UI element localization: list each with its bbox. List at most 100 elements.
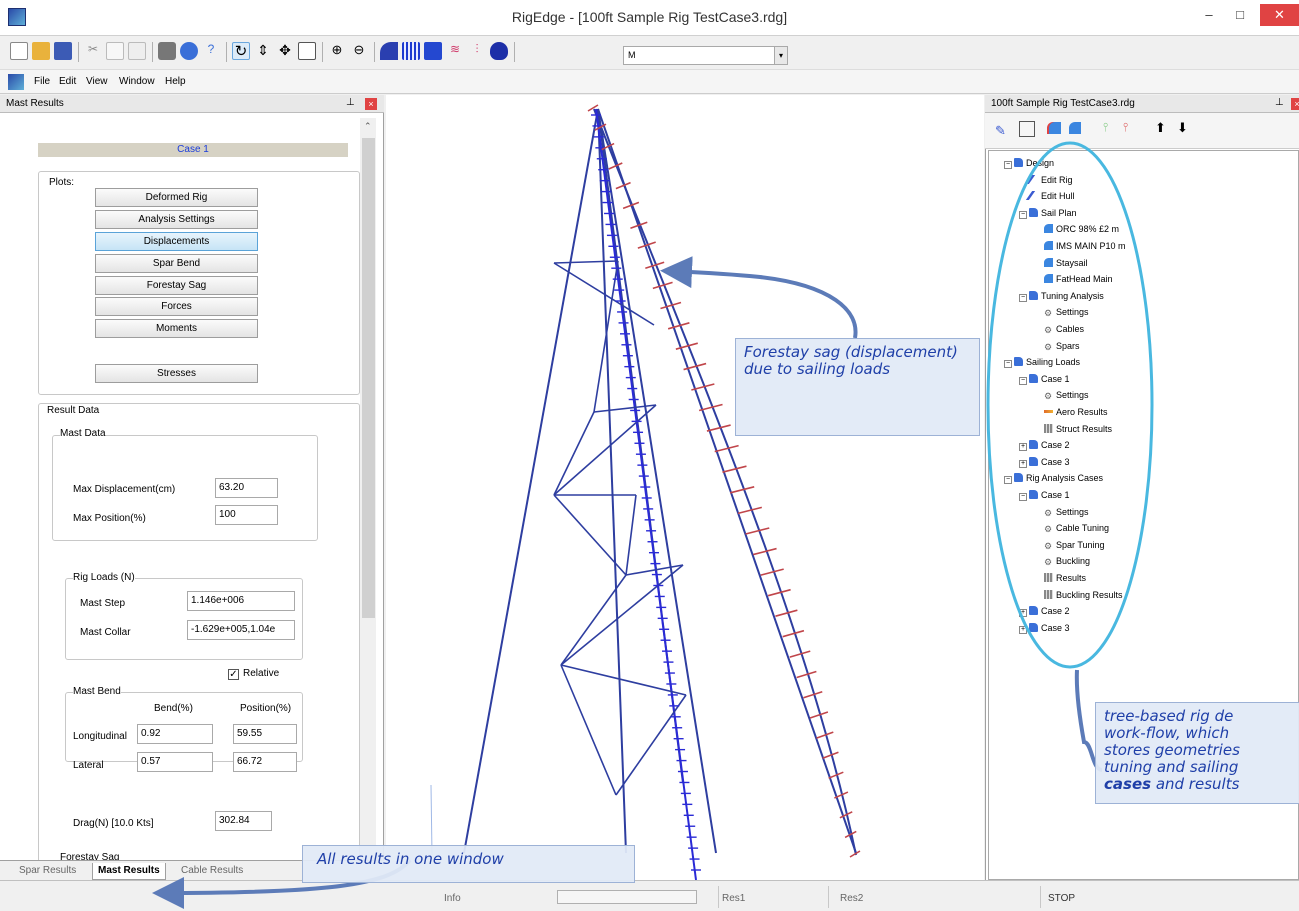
tree-item[interactable]: Edit Hull (1025, 191, 1075, 201)
tree-item[interactable]: − Tuning Analysis (1019, 290, 1104, 302)
move-down-icon[interactable]: ⬇ (1177, 120, 1188, 136)
longitudinal-position-field[interactable]: 59.55 (233, 724, 297, 744)
relative-checkbox[interactable]: ✓ (228, 669, 239, 680)
scrollbar-thumb[interactable] (362, 138, 375, 618)
menu-help[interactable]: Help (165, 76, 186, 87)
collapse-icon[interactable]: − (1019, 210, 1027, 219)
tree-item[interactable]: ⚙ Buckling (1044, 556, 1090, 567)
tree-item[interactable]: Aero Results (1044, 407, 1108, 417)
pan-icon[interactable]: ✥ (276, 42, 294, 60)
menu-window[interactable]: Window (119, 76, 155, 87)
drag-field[interactable]: 302.84 (215, 811, 272, 831)
mast-step-field[interactable]: 1.146e+006 (187, 591, 295, 611)
paste-icon[interactable] (128, 42, 146, 60)
sail-view-icon[interactable] (380, 42, 398, 60)
zoom-out-icon[interactable]: ⊖ (350, 42, 368, 60)
zoom-vertical-icon[interactable]: ⇕ (254, 42, 272, 60)
tree-item[interactable]: − Sail Plan (1019, 207, 1077, 219)
collapse-icon[interactable]: − (1019, 376, 1027, 385)
scroll-up-icon[interactable]: ⌃ (364, 121, 372, 132)
view-mode-combo[interactable]: M (623, 46, 788, 65)
close-button[interactable]: ✕ (1260, 4, 1299, 26)
deformed-rig-button[interactable]: Deformed Rig (95, 188, 258, 207)
hull-icon[interactable] (424, 42, 442, 60)
cut-icon[interactable]: ✂ (84, 42, 102, 60)
pin-icon[interactable]: ⊥ (1275, 97, 1284, 108)
open-folder-icon[interactable] (32, 42, 50, 60)
tree-item[interactable]: ⚙ Cable Tuning (1044, 523, 1109, 534)
collapse-icon[interactable]: − (1004, 476, 1012, 485)
add-case-icon[interactable]: ⫯ (1103, 120, 1108, 135)
rotate-icon[interactable]: ↻ (232, 42, 250, 60)
move-up-icon[interactable]: ⬆ (1155, 120, 1166, 136)
lateral-position-field[interactable]: 66.72 (233, 752, 297, 772)
close-panel-icon[interactable]: × (365, 98, 377, 110)
tree-item[interactable]: Results (1044, 573, 1086, 583)
tree-item[interactable]: Staysail (1044, 257, 1088, 268)
remove-case-icon[interactable]: ⫯ (1123, 120, 1128, 135)
lateral-bend-field[interactable]: 0.57 (137, 752, 213, 772)
pin-icon[interactable]: ⊥ (346, 97, 355, 108)
tree-item[interactable]: Buckling Results (1044, 589, 1123, 600)
tree-item[interactable]: − Case 1 (1019, 490, 1070, 501)
print-icon[interactable] (158, 42, 176, 60)
forestay-sag-button[interactable]: Forestay Sag (95, 276, 258, 295)
tree-item[interactable]: Struct Results (1044, 423, 1112, 434)
stresses-button[interactable]: Stresses (95, 364, 258, 383)
minimize-button[interactable]: – (1195, 4, 1223, 26)
tree-item[interactable]: ⚙ Spars (1044, 341, 1080, 352)
spreaders-icon[interactable]: ⫶ (468, 42, 486, 60)
sail-icon[interactable] (1069, 122, 1081, 134)
edit-icon[interactable]: ✎ (995, 123, 1006, 139)
max-position-field[interactable]: 100 (215, 505, 278, 525)
tree-item[interactable]: + Case 2 (1019, 440, 1070, 452)
new-file-icon[interactable] (10, 42, 28, 60)
tree-item[interactable]: − Case 1 (1019, 373, 1070, 385)
spar-bend-button[interactable]: Spar Bend (95, 254, 258, 273)
tree-item[interactable]: ⚙ Settings (1044, 307, 1089, 318)
menu-view[interactable]: View (86, 76, 108, 87)
tree-item[interactable]: − Rig Analysis Cases (1004, 473, 1103, 485)
maximize-button[interactable]: □ (1226, 4, 1254, 26)
save-icon[interactable] (54, 42, 72, 60)
mast-collar-field[interactable]: -1.629e+005,1.04e (187, 620, 295, 640)
forces-icon[interactable]: ≋ (446, 42, 464, 60)
rig-plot-canvas[interactable] (386, 95, 984, 881)
chevron-down-icon[interactable]: ▾ (774, 47, 787, 64)
tab-cable-results[interactable]: Cable Results (176, 863, 248, 880)
collapse-icon[interactable]: − (1019, 293, 1027, 302)
tree-item[interactable]: ⚙ Spar Tuning (1044, 540, 1105, 551)
tree-item[interactable]: IMS MAIN P10 m (1044, 241, 1126, 251)
expand-icon[interactable]: + (1019, 609, 1027, 618)
tree-item[interactable]: ⚙ Cables (1044, 324, 1084, 335)
collapse-icon[interactable]: − (1019, 493, 1027, 501)
moments-button[interactable]: Moments (95, 319, 258, 338)
mesh-icon[interactable] (402, 42, 420, 60)
tree-item[interactable]: Edit Rig (1025, 174, 1073, 185)
tree-item[interactable]: ⚙ Settings (1044, 507, 1089, 518)
tab-mast-results[interactable]: Mast Results (92, 863, 166, 880)
tree-item[interactable]: ORC 98% £2 m (1044, 224, 1119, 234)
about-icon[interactable] (180, 42, 198, 60)
tree-item[interactable]: − Sailing Loads (1004, 357, 1080, 369)
collapse-icon[interactable]: − (1004, 161, 1012, 169)
expand-icon[interactable]: + (1019, 459, 1027, 468)
tree-item[interactable]: ⚙ Settings (1044, 390, 1089, 401)
tree-item[interactable]: + Case 3 (1019, 622, 1070, 634)
expand-icon[interactable]: + (1019, 443, 1027, 452)
analysis-settings-button[interactable]: Analysis Settings (95, 210, 258, 229)
tab-spar-results[interactable]: Spar Results (14, 863, 81, 880)
copy-icon[interactable] (106, 42, 124, 60)
forces-button[interactable]: Forces (95, 297, 258, 316)
collapse-icon[interactable]: − (1004, 360, 1012, 369)
displacements-button[interactable]: Displacements (95, 232, 258, 251)
tree-item[interactable]: + Case 2 (1019, 606, 1070, 618)
menu-file[interactable]: File (34, 76, 50, 87)
context-help-icon[interactable]: ? (202, 42, 220, 60)
tree-item[interactable]: − Design (1004, 158, 1054, 169)
fit-view-icon[interactable] (298, 42, 316, 60)
close-panel-icon[interactable]: × (1291, 98, 1299, 110)
menu-edit[interactable]: Edit (59, 76, 76, 87)
longitudinal-bend-field[interactable]: 0.92 (137, 724, 213, 744)
max-displacement-field[interactable]: 63.20 (215, 478, 278, 498)
